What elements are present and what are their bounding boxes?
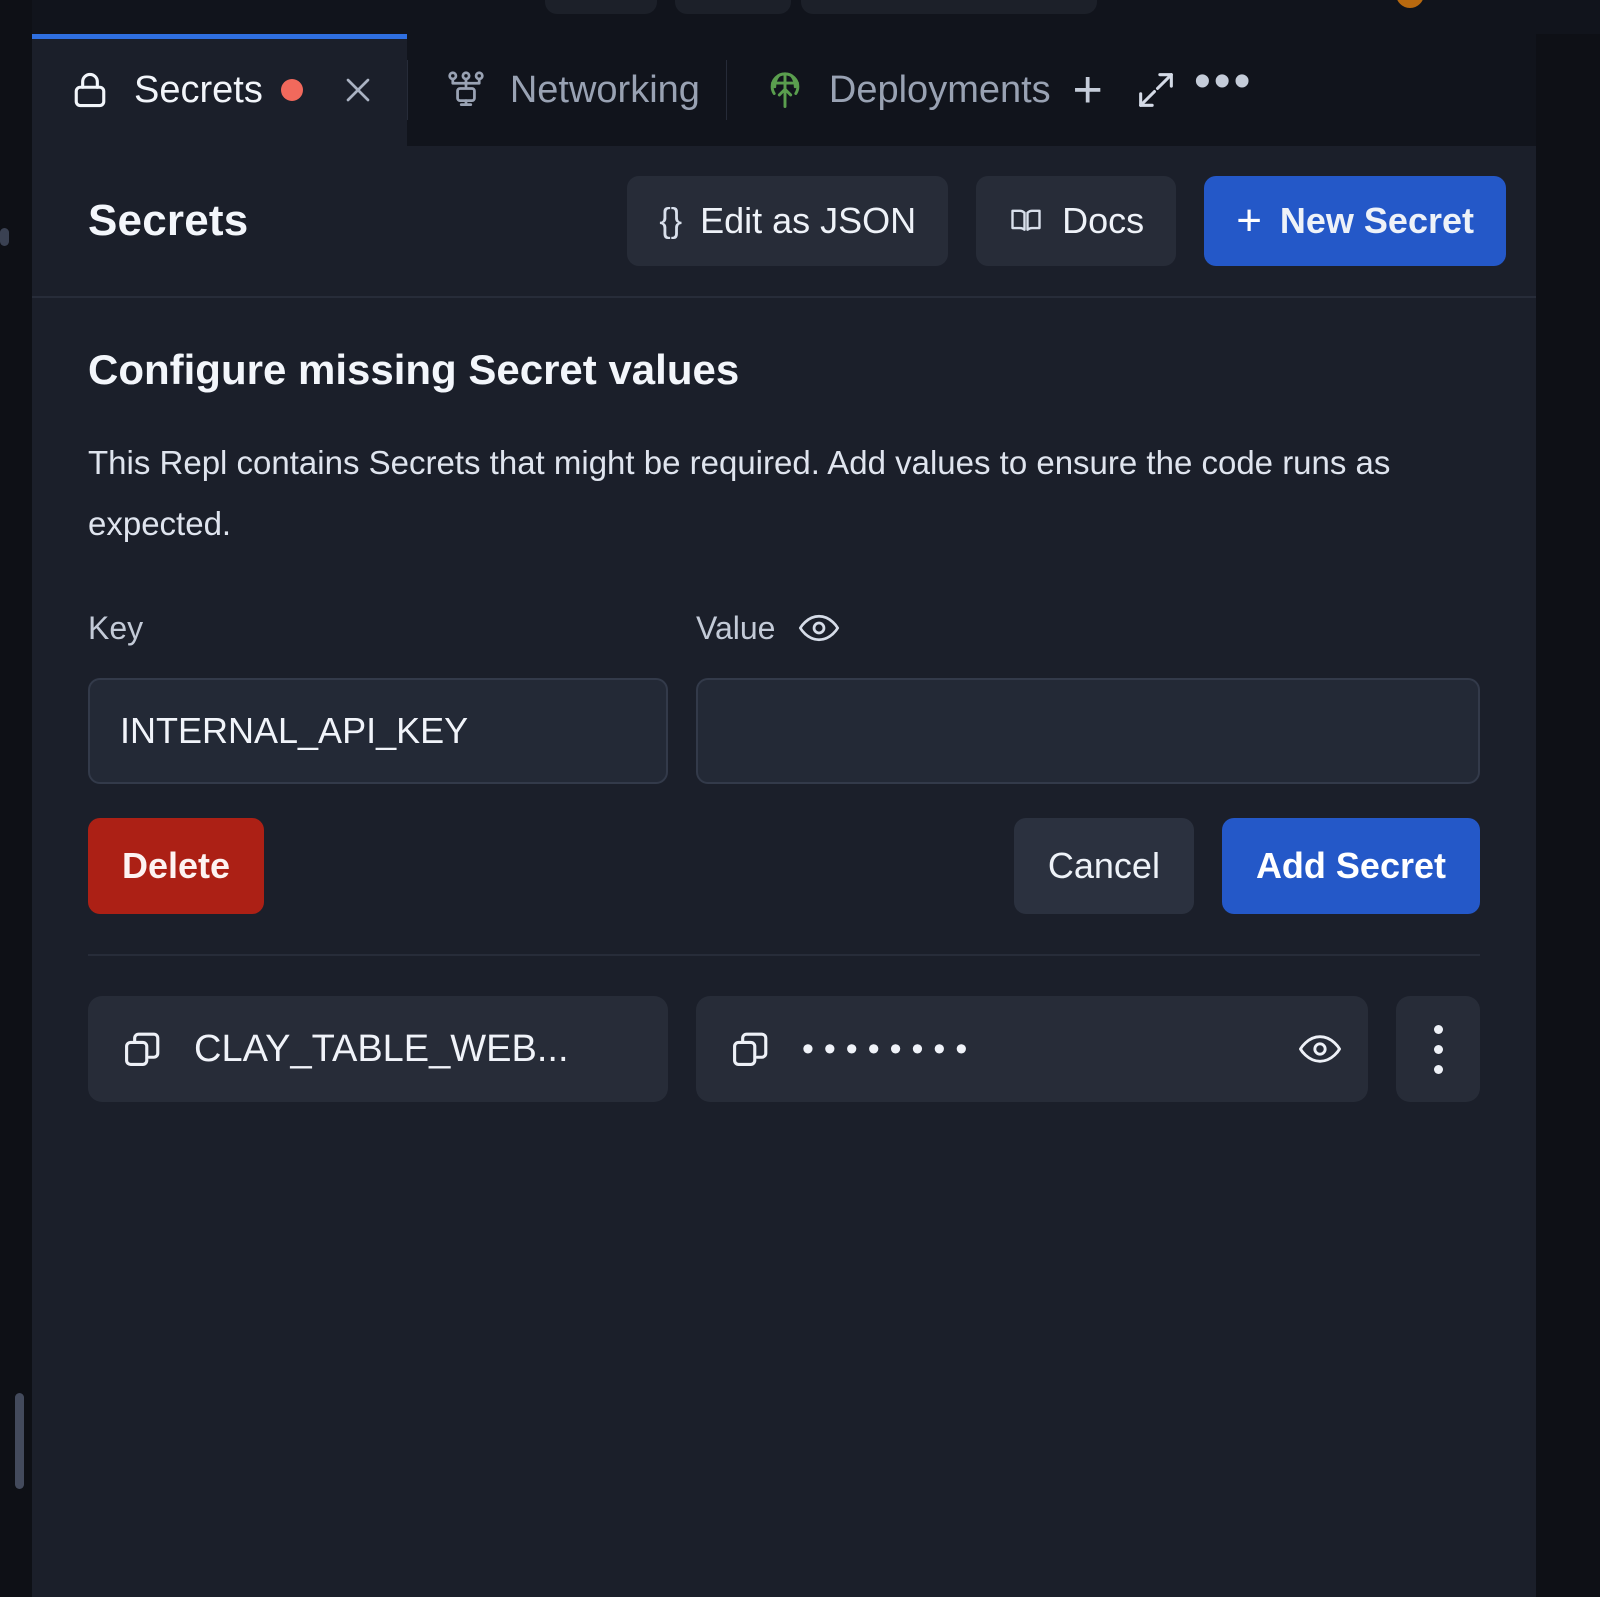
sidebar-scrollbar-thumb[interactable] (15, 1393, 24, 1489)
copy-icon[interactable] (116, 1023, 168, 1075)
tab-networking[interactable]: Networking (408, 34, 726, 146)
clipped-toolbar-button-2[interactable] (675, 0, 791, 14)
new-secret-label: New Secret (1279, 200, 1474, 241)
plus-icon: + (1236, 196, 1262, 245)
panel-body: Configure missing Secret values This Rep… (32, 346, 1536, 1103)
value-label-group: Value (696, 602, 845, 654)
avatar[interactable] (1394, 0, 1426, 10)
deployment-globe-icon (763, 68, 807, 112)
key-input[interactable]: INTERNAL_API_KEY (88, 678, 668, 785)
braces-icon: {} (659, 201, 683, 240)
tab-label: Deployments (828, 69, 1051, 111)
delete-button[interactable]: Delete (88, 818, 265, 915)
book-icon (1008, 203, 1044, 239)
lock-icon (68, 68, 112, 112)
top-chrome-strip (0, 0, 1600, 34)
section-divider (88, 954, 1480, 957)
section-title: Configure missing Secret values (88, 346, 740, 393)
edit-as-json-label: Edit as JSON (700, 200, 917, 241)
value-label: Value (696, 609, 776, 646)
unsaved-indicator-dot (280, 79, 303, 101)
tab-bar-actions: + ••• (1051, 34, 1255, 146)
cancel-button[interactable]: Cancel (1013, 818, 1194, 915)
edit-as-json-button[interactable]: {} Edit as JSON (627, 176, 949, 266)
key-input-value: INTERNAL_API_KEY (120, 710, 469, 752)
section-description: This Repl contains Secrets that might be… (88, 444, 1391, 543)
toggle-value-visibility-icon[interactable] (793, 602, 845, 654)
add-secret-button[interactable]: Add Secret (1221, 818, 1480, 915)
new-tab-icon[interactable]: + (1057, 34, 1119, 146)
value-input[interactable] (696, 678, 1480, 785)
key-label: Key (88, 609, 144, 646)
sidebar-scrollbar-top[interactable] (0, 228, 9, 246)
page-title: Secrets (88, 196, 249, 245)
secret-key-label: CLAY_TABLE_WEB... (194, 1027, 569, 1070)
secret-value-chip[interactable]: •••••••• (696, 996, 1368, 1103)
secrets-panel: Secrets Networking Deployments + ••• Sec… (32, 34, 1536, 1597)
more-options-icon[interactable]: ••• (1193, 34, 1255, 146)
expand-icon[interactable] (1125, 34, 1187, 146)
copy-icon[interactable] (724, 1023, 776, 1075)
close-icon[interactable] (335, 67, 381, 113)
tab-label: Networking (509, 69, 700, 111)
tab-bar: Secrets Networking Deployments + ••• (32, 34, 1536, 146)
tab-deployments[interactable]: Deployments (727, 34, 1051, 146)
table-row: CLAY_TABLE_WEB... •••••••• (88, 996, 1480, 1103)
clipped-toolbar-button-3[interactable] (801, 0, 1097, 14)
form-field-row: INTERNAL_API_KEY (88, 678, 1480, 785)
reveal-value-icon[interactable] (1294, 1023, 1346, 1075)
docs-label: Docs (1062, 200, 1145, 241)
secret-key-chip[interactable]: CLAY_TABLE_WEB... (88, 996, 668, 1103)
docs-button[interactable]: Docs (976, 176, 1177, 266)
app-root: Secrets Networking Deployments + ••• Sec… (0, 0, 1600, 1597)
tab-label: Secrets (134, 69, 263, 111)
new-secret-button[interactable]: + New Secret (1204, 176, 1506, 266)
clipped-toolbar-button-1[interactable] (545, 0, 657, 14)
network-icon (444, 68, 488, 112)
left-gutter (0, 0, 32, 1597)
form-field-labels: Key Value (88, 602, 1480, 654)
row-more-options-icon[interactable] (1396, 996, 1480, 1103)
panel-header: Secrets {} Edit as JSON Docs + New Secre… (32, 146, 1536, 298)
tab-secrets[interactable]: Secrets (32, 34, 407, 146)
form-button-row: Delete Cancel Add Secret (88, 818, 1480, 915)
secret-masked-value: •••••••• (802, 1029, 978, 1068)
